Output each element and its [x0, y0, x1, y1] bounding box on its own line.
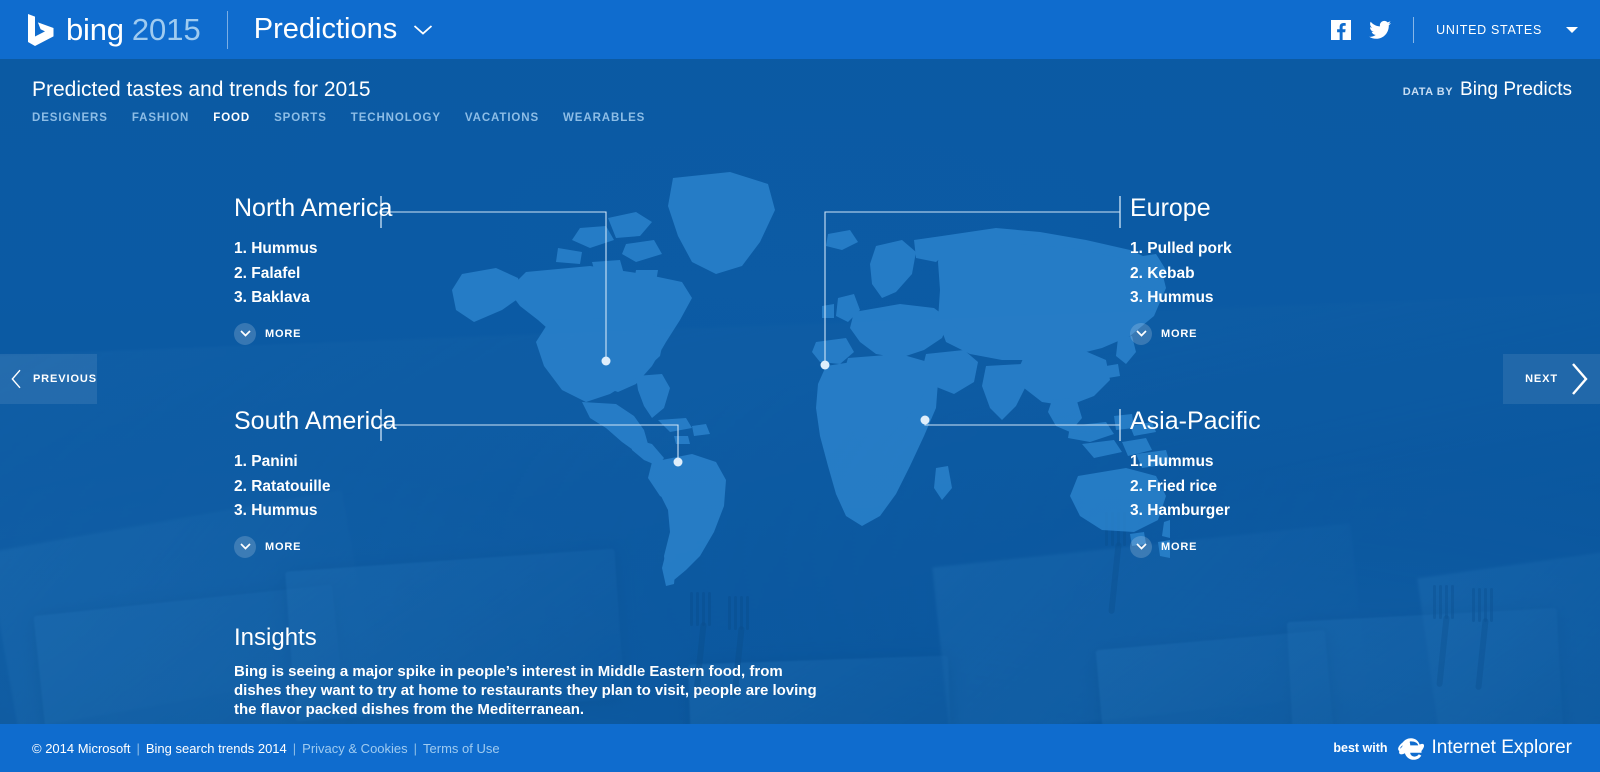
- previous-button[interactable]: PREVIOUS: [0, 354, 97, 404]
- facebook-icon[interactable]: [1331, 20, 1351, 40]
- browser-name: Internet Explorer: [1432, 737, 1572, 759]
- tab-sports[interactable]: SPORTS: [274, 112, 327, 124]
- tab-designers[interactable]: DESIGNERS: [32, 112, 108, 124]
- search-trends-link[interactable]: Bing search trends 2014: [146, 741, 287, 756]
- list-item: 2. Kebab: [1130, 262, 1232, 287]
- region-food-list: 1. Hummus 2. Fried rice 3. Hamburger: [1130, 450, 1261, 524]
- list-item: 2. Fried rice: [1130, 475, 1261, 500]
- list-item: 1. Panini: [234, 450, 397, 475]
- tab-fashion[interactable]: FASHION: [132, 112, 189, 124]
- chevron-left-icon: [10, 362, 23, 396]
- bing-predictions-page: bing 2015 Predictions UNITE: [0, 0, 1600, 772]
- footer-separator: |: [136, 741, 139, 756]
- region-title: Europe: [1130, 196, 1232, 221]
- region-food-list: 1. Hummus 2. Falafel 3. Baklava: [234, 237, 392, 311]
- region-food-list: 1. Pulled pork 2. Kebab 3. Hummus: [1130, 237, 1232, 311]
- footer-links: © 2014 Microsoft | Bing search trends 20…: [32, 741, 500, 756]
- region-title: South America: [234, 409, 397, 434]
- footer-separator: |: [293, 741, 296, 756]
- tab-wearables[interactable]: WEARABLES: [563, 112, 645, 124]
- predictions-label: Predictions: [254, 15, 397, 44]
- chevron-right-icon: [1568, 362, 1590, 396]
- data-attribution: DATA BY Bing Predicts: [1403, 79, 1572, 101]
- predictions-dropdown[interactable]: Predictions: [254, 15, 433, 44]
- data-by-label: DATA BY: [1403, 86, 1453, 98]
- internet-explorer-icon: [1398, 735, 1424, 761]
- footer-separator: |: [414, 741, 417, 756]
- list-item: 3. Hummus: [1130, 286, 1232, 311]
- tab-vacations[interactable]: VACATIONS: [465, 112, 539, 124]
- category-tabs: DESIGNERS FASHION FOOD SPORTS TECHNOLOGY…: [32, 112, 645, 124]
- header-right-group: UNITED STATES: [1313, 17, 1578, 43]
- list-item: 1. Hummus: [234, 237, 392, 262]
- data-by-name: Bing Predicts: [1460, 79, 1572, 101]
- privacy-cookies-link[interactable]: Privacy & Cookies: [302, 741, 407, 756]
- list-item: 3. Hamburger: [1130, 499, 1261, 524]
- header-divider-2: [1413, 17, 1414, 43]
- more-button-south-america[interactable]: MORE: [234, 536, 301, 558]
- insights-body: Bing is seeing a major spike in people’s…: [234, 662, 834, 719]
- region-panel-asia-pacific: Asia-Pacific 1. Hummus 2. Fried rice 3. …: [1130, 409, 1261, 558]
- list-item: 2. Falafel: [234, 262, 392, 287]
- region-food-list: 1. Panini 2. Ratatouille 3. Hummus: [234, 450, 397, 524]
- more-label: MORE: [1161, 328, 1197, 340]
- tab-technology[interactable]: TECHNOLOGY: [351, 112, 441, 124]
- country-selector[interactable]: UNITED STATES: [1436, 23, 1542, 37]
- sub-header: Predicted tastes and trends for 2015 DES…: [0, 59, 1600, 139]
- region-panel-europe: Europe 1. Pulled pork 2. Kebab 3. Hummus…: [1130, 196, 1232, 345]
- more-button-north-america[interactable]: MORE: [234, 323, 301, 345]
- header-divider: [227, 11, 228, 49]
- brand-name: bing: [66, 14, 124, 45]
- more-button-europe[interactable]: MORE: [1130, 323, 1197, 345]
- copyright-text: © 2014 Microsoft: [32, 741, 130, 756]
- best-with-label: best with: [1333, 741, 1387, 755]
- list-item: 1. Hummus: [1130, 450, 1261, 475]
- caret-down-icon[interactable]: [1566, 27, 1578, 33]
- more-label: MORE: [1161, 541, 1197, 553]
- browser-promo[interactable]: best with Internet Explorer: [1333, 735, 1572, 761]
- insights-title: Insights: [234, 624, 854, 652]
- world-map: [430, 170, 1170, 590]
- region-title: Asia-Pacific: [1130, 409, 1261, 434]
- region-title: North America: [234, 196, 392, 221]
- chevron-down-circle-icon: [234, 323, 256, 345]
- insights-section: Insights Bing is seeing a major spike in…: [234, 624, 854, 719]
- more-label: MORE: [265, 328, 301, 340]
- list-item: 1. Pulled pork: [1130, 237, 1232, 262]
- chevron-down-circle-icon: [234, 536, 256, 558]
- chevron-down-circle-icon: [1130, 536, 1152, 558]
- previous-label: PREVIOUS: [33, 373, 97, 385]
- chevron-down-icon: [413, 24, 433, 36]
- footer-bar: © 2014 Microsoft | Bing search trends 20…: [0, 724, 1600, 772]
- next-button[interactable]: NEXT: [1503, 354, 1600, 404]
- tab-food[interactable]: FOOD: [213, 112, 250, 124]
- more-label: MORE: [265, 541, 301, 553]
- next-label: NEXT: [1525, 373, 1558, 385]
- brand-year: 2015: [132, 14, 201, 45]
- region-panel-north-america: North America 1. Hummus 2. Falafel 3. Ba…: [234, 196, 392, 345]
- list-item: 3. Baklava: [234, 286, 392, 311]
- list-item: 2. Ratatouille: [234, 475, 397, 500]
- page-title: Predicted tastes and trends for 2015: [32, 78, 371, 102]
- top-header-bar: bing 2015 Predictions UNITE: [0, 0, 1600, 59]
- bing-brand[interactable]: bing 2015: [26, 14, 201, 46]
- region-panel-south-america: South America 1. Panini 2. Ratatouille 3…: [234, 409, 397, 558]
- twitter-icon[interactable]: [1369, 20, 1391, 40]
- chevron-down-circle-icon: [1130, 323, 1152, 345]
- more-button-asia-pacific[interactable]: MORE: [1130, 536, 1197, 558]
- bing-logo-icon: [26, 14, 56, 46]
- list-item: 3. Hummus: [234, 499, 397, 524]
- terms-of-use-link[interactable]: Terms of Use: [423, 741, 500, 756]
